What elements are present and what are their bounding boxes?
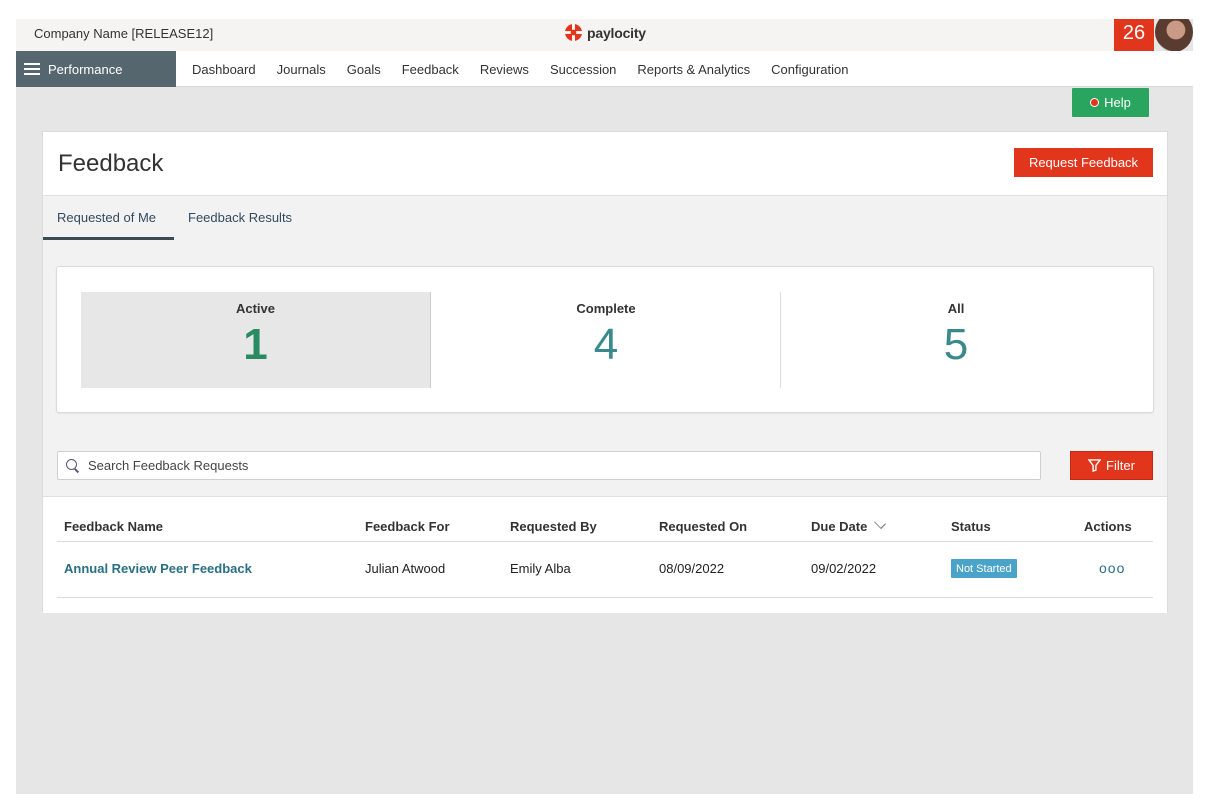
- header-due-date-label: Due Date: [811, 519, 868, 534]
- nav-item-configuration[interactable]: Configuration: [771, 62, 848, 77]
- nav-item-feedback[interactable]: Feedback: [402, 62, 459, 77]
- header-feedback-name[interactable]: Feedback Name: [64, 519, 163, 534]
- stat-all-label: All: [947, 301, 965, 316]
- filter-icon: [1088, 459, 1102, 472]
- filter-label: Filter: [1106, 458, 1135, 473]
- header-requested-on[interactable]: Requested On: [659, 519, 747, 534]
- logo-text: paylocity: [587, 24, 646, 41]
- stat-complete[interactable]: Complete 4: [431, 292, 781, 388]
- header-status[interactable]: Status: [951, 519, 991, 534]
- header-feedback-for[interactable]: Feedback For: [365, 519, 450, 534]
- logo-icon: [564, 23, 583, 42]
- feedback-card: Feedback Request Feedback Requested of M…: [42, 131, 1168, 613]
- stat-complete-value: 4: [593, 320, 619, 369]
- help-label: Help: [1104, 95, 1131, 110]
- tabs-area: Requested of Me Feedback Results Active …: [43, 195, 1167, 613]
- search-input[interactable]: [88, 458, 988, 473]
- nav-item-reviews[interactable]: Reviews: [480, 62, 529, 77]
- user-avatar[interactable]: [1155, 19, 1193, 52]
- company-name: Company Name [RELEASE12]: [34, 26, 214, 41]
- nav-item-journals[interactable]: Journals: [277, 62, 326, 77]
- requested-on-cell: 08/09/2022: [659, 561, 725, 576]
- nav-items: Dashboard Journals Goals Feedback Review…: [192, 51, 848, 87]
- sort-chevron-icon: [874, 516, 887, 530]
- help-icon: [1090, 98, 1100, 107]
- header-actions: Actions: [1084, 519, 1132, 534]
- status-badge: Not Started: [951, 559, 1017, 578]
- stat-active-label: Active: [235, 301, 276, 316]
- paylocity-logo: paylocity: [564, 23, 646, 42]
- notification-count-badge[interactable]: 26: [1114, 19, 1154, 54]
- module-label: Performance: [48, 61, 123, 77]
- active-tab-indicator: [43, 237, 174, 240]
- feedback-name-link[interactable]: Annual Review Peer Feedback: [64, 561, 252, 576]
- module-menu-button[interactable]: Performance: [16, 51, 176, 87]
- due-date-cell: 09/02/2022: [811, 561, 877, 576]
- hamburger-icon: [24, 63, 40, 75]
- stat-active-value: 1: [243, 320, 268, 369]
- nav-item-reports-analytics[interactable]: Reports & Analytics: [637, 62, 750, 77]
- feedback-for-cell: Julian Atwood: [365, 561, 446, 576]
- top-bar: Company Name [RELEASE12] paylocity: [16, 19, 1116, 51]
- tab-requested-of-me[interactable]: Requested of Me: [57, 210, 156, 225]
- help-button[interactable]: Help: [1072, 88, 1149, 117]
- stat-complete-label: Complete: [576, 301, 636, 316]
- header-requested-by[interactable]: Requested By: [510, 519, 597, 534]
- more-actions-icon[interactable]: ooo: [1099, 560, 1125, 576]
- status-summary: Active 1 Complete 4 All 5: [56, 266, 1154, 413]
- row-divider: [57, 541, 1153, 542]
- stat-all[interactable]: All 5: [781, 292, 1131, 388]
- search-icon: [66, 458, 80, 473]
- header-due-date[interactable]: Due Date: [811, 516, 887, 534]
- tab-feedback-results[interactable]: Feedback Results: [188, 210, 292, 225]
- nav-item-succession[interactable]: Succession: [550, 62, 616, 77]
- stat-active[interactable]: Active 1: [81, 292, 431, 388]
- search-box: [57, 451, 1041, 480]
- requested-by-cell: Emily Alba: [510, 561, 571, 576]
- filter-button[interactable]: Filter: [1070, 451, 1153, 480]
- row-divider: [57, 597, 1153, 598]
- app-window: Company Name [RELEASE12] paylocity 26 Pe…: [16, 19, 1193, 794]
- request-feedback-button[interactable]: Request Feedback: [1014, 148, 1153, 177]
- nav-item-dashboard[interactable]: Dashboard: [192, 62, 256, 77]
- main-nav: Performance Dashboard Journals Goals Fee…: [16, 51, 1193, 87]
- feedback-table: Feedback Name Feedback For Requested By …: [43, 496, 1167, 613]
- page-title: Feedback: [58, 150, 164, 177]
- nav-item-goals[interactable]: Goals: [347, 62, 381, 77]
- stat-all-value: 5: [943, 320, 969, 369]
